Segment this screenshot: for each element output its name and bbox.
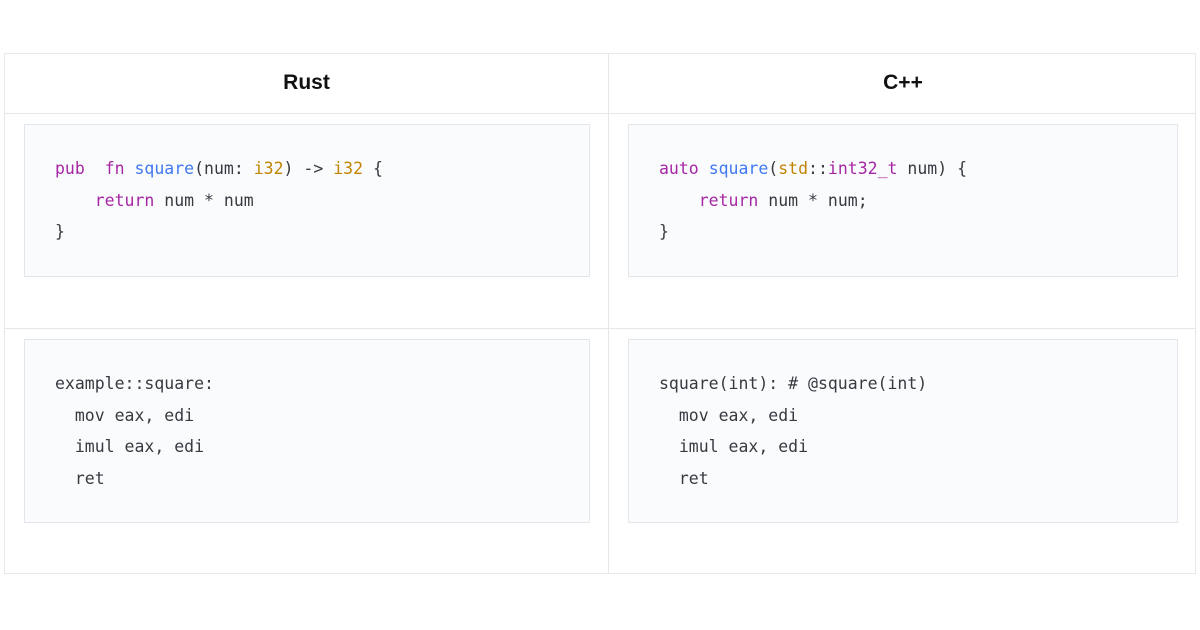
code-token: example::square: bbox=[55, 374, 214, 393]
code-line: return num * num; bbox=[659, 185, 1177, 217]
rust-source-code: pub fn square(num: i32) -> i32 { return … bbox=[24, 124, 590, 277]
code-token: ( bbox=[768, 159, 779, 178]
code-token: ret bbox=[659, 468, 709, 488]
code-line: return num * num bbox=[55, 185, 589, 217]
code-token: :: bbox=[808, 159, 828, 178]
code-token: auto bbox=[659, 159, 699, 178]
code-line: mov eax, edi bbox=[659, 400, 1177, 432]
code-token: i32 bbox=[333, 159, 364, 178]
code-line: ret bbox=[659, 463, 1177, 495]
code-token: num * num bbox=[154, 190, 254, 210]
code-token: pub bbox=[55, 159, 85, 178]
code-token: mov eax, edi bbox=[659, 405, 799, 425]
code-token: fn bbox=[104, 159, 125, 178]
rust-assembly-code: example::square: mov eax, edi imul eax, … bbox=[24, 339, 590, 523]
code-token: num) { bbox=[897, 159, 968, 178]
code-token: square bbox=[134, 159, 195, 178]
row-divider bbox=[5, 328, 1195, 329]
code-line: ret bbox=[55, 463, 589, 495]
code-line: example::square: bbox=[55, 368, 589, 400]
code-line: imul eax, edi bbox=[659, 431, 1177, 463]
code-line: pub fn square(num: i32) -> i32 { bbox=[55, 153, 589, 185]
code-token: (num: bbox=[194, 159, 254, 178]
header-rust: Rust bbox=[283, 71, 330, 94]
code-token: return bbox=[94, 190, 155, 210]
code-token: imul eax, edi bbox=[55, 437, 205, 456]
cpp-assembly-code: square(int): # @square(int) mov eax, edi… bbox=[628, 339, 1178, 523]
code-token: square(int): # @square(int) bbox=[659, 374, 928, 393]
code-token: return bbox=[698, 190, 759, 210]
code-token: ret bbox=[55, 468, 105, 488]
comparison-table: Rust C++ pub fn square(num: i32) -> i32 … bbox=[4, 53, 1196, 574]
code-token: imul eax, edi bbox=[659, 437, 809, 456]
code-token: ) -> bbox=[283, 159, 334, 178]
cpp-source-code: auto square(std::int32_t num) { return n… bbox=[628, 124, 1178, 277]
code-line: auto square(std::int32_t num) { bbox=[659, 153, 1177, 185]
column-divider bbox=[608, 54, 609, 573]
code-line: mov eax, edi bbox=[55, 400, 589, 432]
code-line: } bbox=[659, 216, 1177, 248]
code-token: } bbox=[659, 222, 669, 241]
code-line: } bbox=[55, 216, 589, 248]
code-line: square(int): # @square(int) bbox=[659, 368, 1177, 400]
code-token: i32 bbox=[253, 159, 284, 178]
code-token: int32_t bbox=[827, 159, 898, 178]
code-token: mov eax, edi bbox=[55, 405, 195, 425]
code-token: std bbox=[778, 159, 809, 178]
code-line: imul eax, edi bbox=[55, 431, 589, 463]
code-token: square bbox=[708, 159, 769, 178]
header-cpp: C++ bbox=[883, 71, 923, 94]
code-token: { bbox=[363, 159, 383, 178]
code-token: num * num; bbox=[758, 190, 868, 210]
code-token: } bbox=[55, 222, 65, 241]
